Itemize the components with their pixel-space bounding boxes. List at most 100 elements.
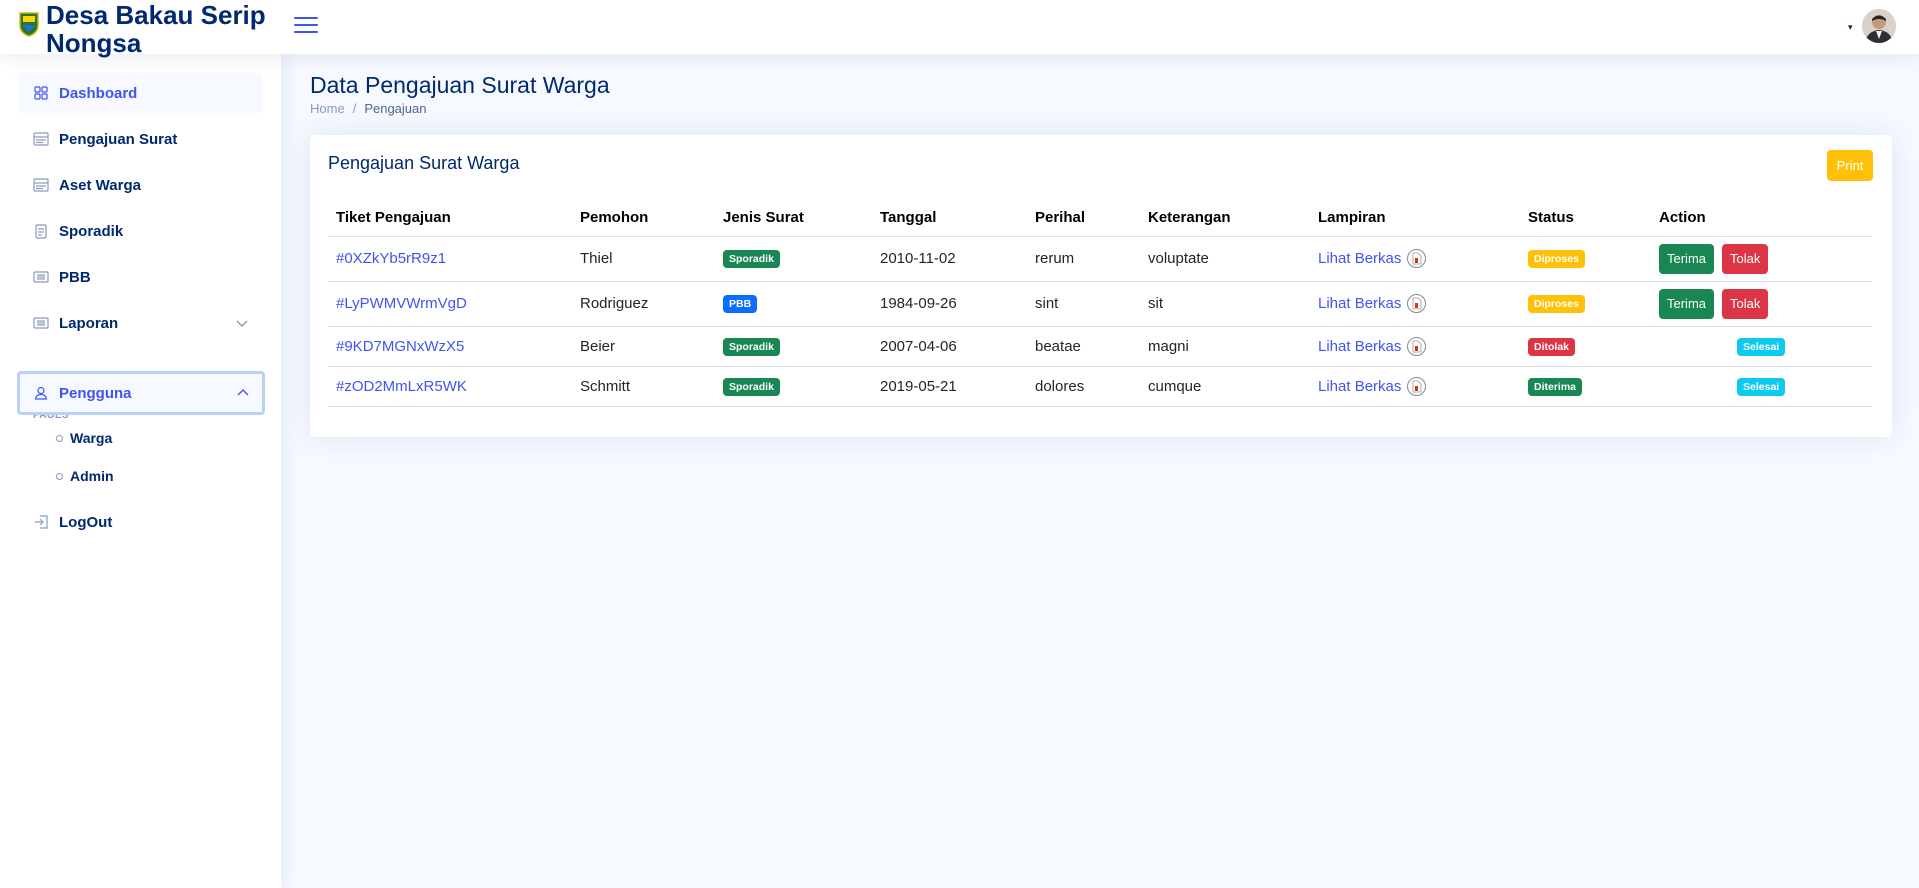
sidebar: Dashboard Pengajuan Surat Aset Warga Spo… [0, 54, 281, 888]
lihat-berkas-label: Lihat Berkas [1318, 377, 1402, 395]
card-list-icon [33, 315, 49, 331]
ticket-link[interactable]: #0XZkYb5rR9z1 [336, 250, 446, 267]
app-title: Desa Bakau Serip Nongsa [46, 0, 266, 58]
ticket-link[interactable]: #9KD7MGNxWzX5 [336, 338, 464, 355]
jenis-badge: Sporadik [723, 337, 780, 356]
sidebar-item-pengguna[interactable]: Pengguna [17, 371, 265, 415]
column-header: Status [1520, 200, 1651, 237]
perihal-cell: dolores [1027, 366, 1140, 407]
terima-button[interactable]: Terima [1659, 288, 1715, 319]
table-header-row: Tiket Pengajuan Pemohon Jenis Surat Tang… [328, 200, 1872, 237]
table-row: #LyPWMVWrmVgD Rodriguez PBB 1984-09-26 s… [328, 281, 1872, 327]
card-title: Pengajuan Surat Warga [328, 153, 520, 173]
tolak-button[interactable]: Tolak [1722, 243, 1769, 274]
profile-caret-icon[interactable]: ▾ [1848, 22, 1853, 33]
village-emblem-icon [19, 12, 39, 37]
circle-icon [56, 472, 63, 480]
column-header: Action [1651, 200, 1872, 237]
keterangan-cell: voluptate [1140, 236, 1310, 282]
jenis-badge: Sporadik [723, 377, 780, 396]
pengajuan-table: Tiket Pengajuan Pemohon Jenis Surat Tang… [328, 200, 1872, 407]
pengajuan-card: Pengajuan Surat Warga Print Tiket Pengaj… [310, 135, 1892, 437]
sidebar-item-label: PBB [59, 268, 91, 286]
sidebar-item-logout[interactable]: LogOut [19, 502, 263, 542]
grid-icon [33, 85, 49, 101]
sidebar-item-label: Sporadik [59, 222, 124, 240]
table-row: #0XZkYb5rR9z1 Thiel Sporadik 2010-11-02 … [328, 236, 1872, 282]
pdf-icon [1407, 336, 1427, 356]
column-header: Pemohon [572, 200, 715, 237]
column-header: Perihal [1027, 200, 1140, 237]
lihat-berkas-label: Lihat Berkas [1318, 295, 1402, 312]
selesai-badge: Selesai [1737, 377, 1786, 396]
sidebar-item-laporan[interactable]: Laporan [19, 303, 263, 343]
print-button[interactable]: Print [1827, 150, 1873, 181]
pdf-icon [1407, 294, 1427, 313]
jenis-badge: Sporadik [723, 250, 780, 268]
card-list-icon [33, 269, 49, 285]
chevron-up-icon [237, 389, 249, 396]
tanggal-cell: 1984-09-26 [872, 281, 1027, 327]
keterangan-cell: sit [1140, 281, 1310, 327]
keterangan-cell: magni [1140, 326, 1310, 367]
sidebar-subitem-label: Admin [70, 468, 114, 484]
sidebar-item-label: Laporan [59, 314, 119, 332]
sidebar-item-dashboard[interactable]: Dashboard [19, 73, 263, 113]
breadcrumb-home[interactable]: Home [310, 101, 345, 116]
status-badge: Ditolak [1528, 337, 1576, 356]
status-badge: Diproses [1528, 295, 1585, 313]
pemohon-cell: Beier [572, 326, 715, 367]
tanggal-cell: 2007-04-06 [872, 326, 1027, 367]
hamburger-icon[interactable] [292, 13, 320, 41]
jenis-badge: PBB [723, 295, 758, 313]
sidebar-item-label: Pengajuan Surat [59, 130, 178, 148]
status-badge: Diterima [1528, 377, 1583, 396]
perihal-cell: rerum [1027, 236, 1140, 282]
file-text-icon [33, 223, 49, 239]
pdf-icon [1407, 376, 1427, 396]
pdf-icon [1407, 249, 1427, 268]
column-header: Jenis Surat [715, 200, 872, 237]
pemohon-cell: Rodriguez [572, 281, 715, 327]
lihat-berkas-label: Lihat Berkas [1318, 337, 1402, 355]
sidebar-subitem-admin[interactable]: Admin [56, 464, 114, 488]
ticket-link[interactable]: #zOD2MmLxR5WK [336, 378, 467, 395]
tanggal-cell: 2010-11-02 [872, 236, 1027, 282]
sidebar-item-aset-warga[interactable]: Aset Warga [19, 165, 263, 205]
sidebar-item-label: Pengguna [59, 384, 132, 402]
tolak-button[interactable]: Tolak [1722, 288, 1769, 319]
column-header: Lampiran [1310, 200, 1520, 237]
table-row: #9KD7MGNxWzX5 Beier Sporadik 2007-04-06 … [328, 326, 1872, 367]
ticket-link[interactable]: #LyPWMVWrmVgD [336, 295, 467, 312]
layout-text-icon [33, 131, 49, 147]
person-icon [33, 385, 49, 401]
logo[interactable]: Desa Bakau Serip Nongsa [18, 1, 286, 57]
column-header: Tanggal [872, 200, 1027, 237]
selesai-badge: Selesai [1737, 337, 1786, 356]
lihat-berkas-link[interactable]: Lihat Berkas [1318, 376, 1427, 396]
terima-button[interactable]: Terima [1659, 243, 1715, 274]
page-title: Data Pengajuan Surat Warga [310, 72, 610, 98]
circle-icon [56, 434, 63, 442]
sidebar-item-pbb[interactable]: PBB [19, 257, 263, 297]
table-row: #zOD2MmLxR5WK Schmitt Sporadik 2019-05-2… [328, 366, 1872, 407]
sidebar-item-label: LogOut [59, 513, 113, 531]
lihat-berkas-link[interactable]: Lihat Berkas [1318, 336, 1427, 356]
perihal-cell: beatae [1027, 326, 1140, 367]
tanggal-cell: 2019-05-21 [872, 366, 1027, 407]
chevron-down-icon [236, 320, 248, 327]
avatar[interactable] [1862, 9, 1896, 43]
lihat-berkas-link[interactable]: Lihat Berkas [1318, 294, 1427, 313]
sidebar-item-sporadik[interactable]: Sporadik [19, 211, 263, 251]
lihat-berkas-link[interactable]: Lihat Berkas [1318, 249, 1427, 268]
column-header: Keterangan [1140, 200, 1310, 237]
sidebar-subitem-label: Warga [70, 430, 113, 446]
box-arrow-in-right-icon [33, 514, 49, 530]
column-header: Tiket Pengajuan [328, 200, 572, 237]
breadcrumb: Home / Pengajuan [310, 101, 426, 116]
layout-text-icon [33, 177, 49, 193]
sidebar-subitem-warga[interactable]: Warga [56, 426, 112, 450]
sidebar-item-pengajuan-surat[interactable]: Pengajuan Surat [19, 119, 263, 159]
status-badge: Diproses [1528, 250, 1585, 268]
sidebar-item-label: Aset Warga [59, 176, 141, 194]
